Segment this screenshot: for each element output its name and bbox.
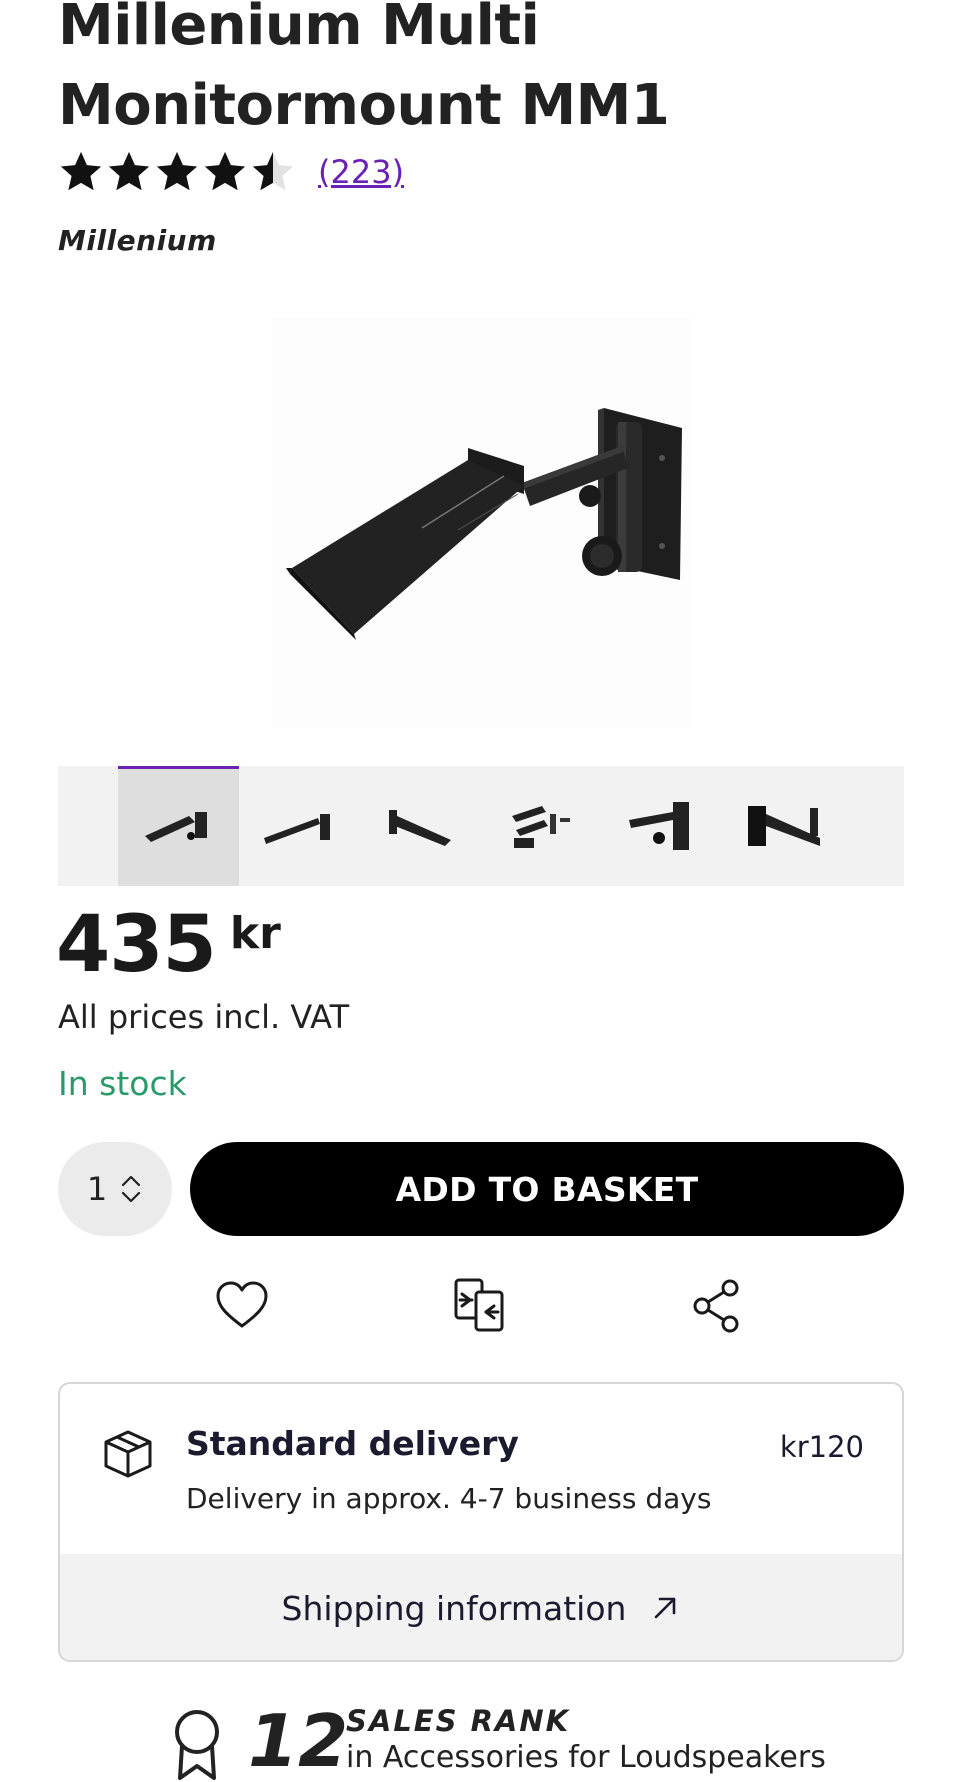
product-title: Millenium Multi Monitormount MM1 (58, 0, 670, 138)
external-arrow-icon (655, 1597, 676, 1619)
shipping-information-link[interactable]: Shipping information (60, 1554, 902, 1660)
star-icon (204, 151, 246, 191)
thumbnail-image (511, 806, 570, 848)
delivery-price: kr120 (779, 1430, 864, 1464)
sales-rank-category: in Accessories for Loudspeakers (346, 1740, 826, 1775)
add-to-basket-button[interactable]: ADD TO BASKET (190, 1142, 904, 1236)
award-ribbon-icon (175, 1710, 219, 1780)
quantity-value: 1 (86, 1170, 108, 1208)
thumbnail-image (388, 810, 451, 846)
review-count-link[interactable]: (223) (318, 153, 404, 191)
star-icon (60, 151, 102, 191)
delivery-card: Standard delivery kr120 Delivery in appr… (58, 1382, 904, 1662)
delivery-subtitle: Delivery in approx. 4-7 business days (186, 1482, 712, 1515)
thumbnail[interactable] (118, 766, 239, 886)
price-amount: 435 (56, 900, 217, 990)
rating-row: (223) (58, 148, 404, 196)
shipping-information-label: Shipping information (281, 1588, 627, 1628)
price: 435 kr (56, 900, 281, 990)
thumbnail-image (144, 812, 207, 842)
star-icon (108, 151, 150, 191)
thumbnail-strip (58, 766, 904, 886)
thumbnail[interactable] (239, 766, 360, 886)
thumbnail-image (263, 814, 330, 844)
star-rating (58, 149, 296, 195)
half-star-icon (252, 151, 294, 191)
heart-icon (216, 1281, 268, 1328)
compare-button[interactable] (450, 1276, 510, 1336)
delivery-title: Standard delivery (186, 1424, 519, 1463)
package-icon (104, 1430, 152, 1478)
stock-status: In stock (58, 1064, 187, 1103)
sales-rank: 12 SALES RANK in Accessories for Loudspe… (170, 1700, 930, 1782)
sales-rank-label: SALES RANK (346, 1704, 571, 1738)
vat-note: All prices incl. VAT (58, 998, 350, 1036)
thumbnail-image (628, 802, 689, 850)
thumbnail[interactable] (360, 766, 481, 886)
wishlist-button[interactable] (212, 1276, 272, 1336)
brand-logo[interactable]: Millenium (58, 224, 217, 257)
thumbnail[interactable] (723, 766, 844, 886)
monitor-mount-image (272, 318, 692, 728)
thumbnail[interactable] (602, 766, 723, 886)
up-down-chevron-icon (122, 1175, 141, 1203)
thumbnail[interactable] (481, 766, 602, 886)
compare-icon (454, 1278, 504, 1332)
thumbnail-image (747, 806, 820, 846)
share-icon (693, 1279, 739, 1333)
share-button[interactable] (688, 1276, 748, 1336)
quantity-selector[interactable]: 1 (58, 1142, 172, 1236)
product-main-image[interactable] (272, 318, 692, 728)
price-currency: kr (229, 908, 281, 959)
sales-rank-number: 12 (248, 1699, 349, 1782)
star-icon (156, 151, 198, 191)
